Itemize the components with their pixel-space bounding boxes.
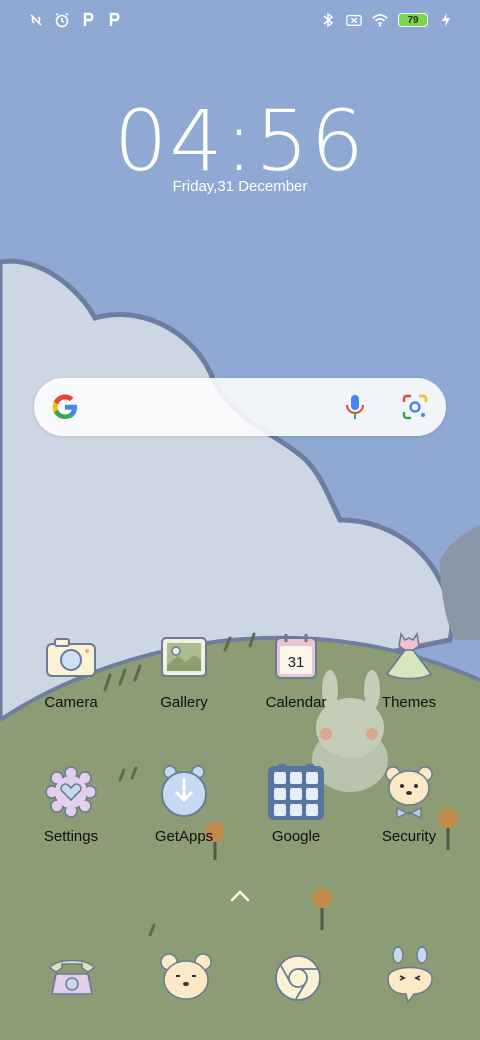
calendar-day: 31 bbox=[288, 654, 305, 671]
lockscreen-clock: 04:56 bbox=[113, 92, 367, 190]
chrome-icon bbox=[275, 955, 321, 1001]
camera-icon bbox=[46, 638, 96, 677]
lockscreen-date: Friday,31 December bbox=[172, 178, 308, 195]
google-lens-icon[interactable] bbox=[402, 394, 428, 425]
app-label: Settings bbox=[43, 828, 99, 845]
battery-level: 79 bbox=[407, 14, 419, 26]
app-label: Calendar bbox=[265, 694, 327, 711]
phone-icon bbox=[49, 959, 95, 995]
app-label: Camera bbox=[44, 694, 98, 711]
bluetooth-icon bbox=[320, 12, 336, 28]
app-label: Gallery bbox=[160, 694, 208, 711]
app-camera[interactable]: Camera bbox=[15, 630, 127, 711]
charging-icon bbox=[438, 12, 454, 28]
google-g-icon bbox=[50, 392, 80, 427]
app-getapps[interactable]: GetApps bbox=[128, 764, 240, 845]
status-bar: 79 bbox=[0, 10, 480, 34]
app-label: Google bbox=[271, 828, 321, 845]
chevron-up-icon[interactable] bbox=[228, 886, 252, 911]
microphone-icon[interactable] bbox=[344, 394, 366, 425]
messaging-bunny-icon bbox=[387, 946, 433, 1004]
no-sim-icon bbox=[346, 12, 362, 28]
dock-messaging[interactable] bbox=[380, 946, 440, 1006]
app-security[interactable]: Security bbox=[353, 764, 465, 845]
app-calendar[interactable]: 31 Calendar bbox=[240, 630, 352, 711]
status-left-icons bbox=[28, 12, 122, 28]
dock-bear[interactable] bbox=[156, 948, 216, 1008]
parking-icon bbox=[80, 12, 96, 28]
status-right-icons: 79 bbox=[320, 12, 454, 28]
bear-face-icon bbox=[160, 953, 212, 1000]
app-google-folder[interactable]: Google bbox=[240, 764, 352, 845]
google-search-bar[interactable] bbox=[34, 378, 446, 436]
wifi-icon bbox=[372, 12, 388, 28]
dock-phone[interactable] bbox=[42, 950, 102, 1010]
parking-icon bbox=[106, 12, 122, 28]
app-settings[interactable]: Settings bbox=[15, 764, 127, 845]
app-label: Themes bbox=[381, 694, 437, 711]
app-label: GetApps bbox=[154, 828, 214, 845]
gallery-icon bbox=[161, 637, 207, 677]
app-gallery[interactable]: Gallery bbox=[128, 630, 240, 711]
app-themes[interactable]: Themes bbox=[353, 630, 465, 711]
dress-icon bbox=[385, 631, 433, 680]
getapps-icon bbox=[161, 765, 207, 817]
gear-heart-icon bbox=[45, 766, 97, 818]
bear-bowtie-icon bbox=[385, 766, 433, 820]
dock-chrome[interactable] bbox=[268, 948, 328, 1008]
app-label: Security bbox=[381, 828, 437, 845]
vibrate-off-icon bbox=[28, 12, 44, 28]
alarm-icon bbox=[54, 12, 70, 28]
google-folder-icon bbox=[268, 764, 324, 820]
calendar-icon: 31 bbox=[275, 634, 317, 679]
battery-icon: 79 bbox=[398, 13, 428, 27]
